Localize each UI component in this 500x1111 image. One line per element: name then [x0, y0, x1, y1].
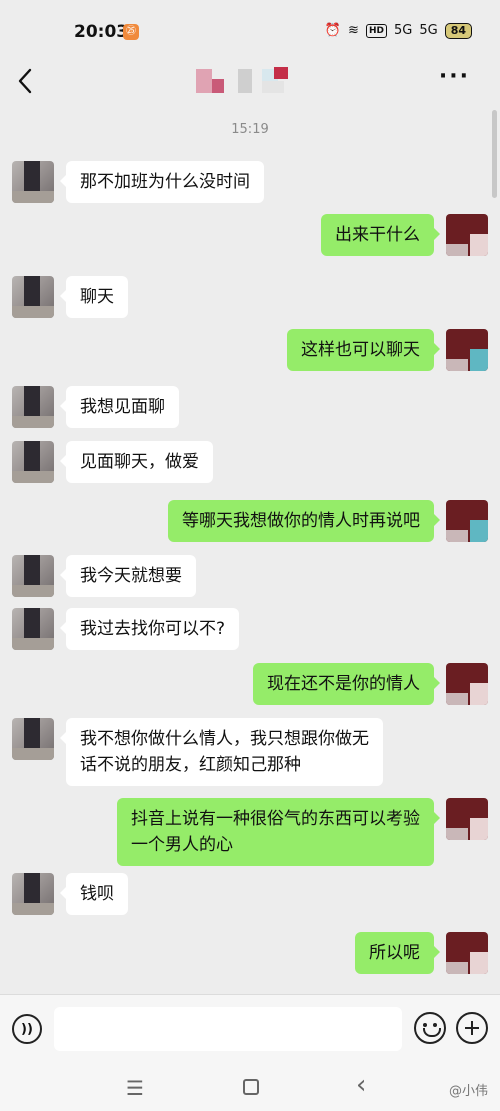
- message-bubble[interactable]: 现在还不是你的情人: [253, 663, 440, 705]
- signal-2-icon: 5G: [419, 23, 438, 38]
- wifi-icon: ≋: [348, 23, 359, 38]
- chat-messages[interactable]: 15:19 那不加班为什么没时间 出来干什么 聊天 这样也可以聊天 我想见面聊 …: [0, 106, 500, 994]
- contact-avatar[interactable]: [12, 441, 54, 483]
- user-avatar[interactable]: [446, 500, 488, 542]
- home-icon[interactable]: [243, 1079, 259, 1095]
- message-bubble[interactable]: 出来干什么: [321, 214, 440, 256]
- message-bubble[interactable]: 那不加班为什么没时间: [60, 161, 264, 203]
- user-avatar[interactable]: [446, 214, 488, 256]
- battery-icon: 84: [444, 23, 472, 39]
- contact-avatar[interactable]: [12, 161, 54, 203]
- contact-avatar[interactable]: [12, 555, 54, 597]
- message-bubble[interactable]: 我过去找你可以不?: [59, 608, 240, 650]
- user-avatar[interactable]: [446, 932, 488, 974]
- message-bubble[interactable]: 我不想你做什么情人，我只想跟你做无 话不说的朋友，红颜知己那种: [60, 718, 383, 786]
- message-bubble[interactable]: 钱呗: [60, 873, 128, 915]
- contact-avatar[interactable]: [12, 718, 54, 760]
- hd-icon: HD: [365, 24, 387, 38]
- alarm-icon: ⏰: [324, 23, 342, 38]
- message-input[interactable]: [54, 1007, 402, 1051]
- status-bar: 20:03 ㉕ ⏰ ≋ HD 5G 5G 84: [0, 0, 500, 62]
- contact-avatar[interactable]: [12, 386, 54, 428]
- more-options-icon[interactable]: ···: [439, 64, 470, 89]
- message-bubble[interactable]: 我今天就想要: [60, 555, 196, 597]
- message-bubble[interactable]: 等哪天我想做你的情人时再说吧: [168, 500, 440, 542]
- contact-avatar[interactable]: [12, 276, 54, 318]
- emoji-icon[interactable]: [414, 1012, 446, 1044]
- message-bubble[interactable]: 见面聊天，做爱: [60, 441, 213, 483]
- watermark: @小伟: [448, 1084, 488, 1099]
- contact-avatar[interactable]: [12, 608, 54, 650]
- contact-name-blurred[interactable]: [196, 65, 296, 95]
- message-bubble[interactable]: 聊天: [60, 276, 128, 318]
- user-avatar[interactable]: [446, 329, 488, 371]
- app-notification-icon: ㉕: [123, 24, 139, 40]
- message-bubble[interactable]: 抖音上说有一种很俗气的东西可以考验 一个男人的心: [117, 798, 440, 866]
- message-timestamp: 15:19: [231, 122, 269, 137]
- input-bar: )): [0, 994, 500, 1066]
- chevron-left-icon[interactable]: [14, 66, 36, 96]
- system-nav-bar: ☰ ‹ @小伟: [0, 1066, 500, 1111]
- menu-icon[interactable]: ☰: [126, 1076, 144, 1100]
- voice-icon: )): [21, 1021, 33, 1037]
- user-avatar[interactable]: [446, 798, 488, 840]
- status-icons: ⏰ ≋ HD 5G 5G 84: [325, 22, 472, 40]
- message-bubble[interactable]: 我想见面聊: [60, 386, 179, 428]
- user-avatar[interactable]: [446, 663, 488, 705]
- contact-avatar[interactable]: [12, 873, 54, 915]
- message-bubble[interactable]: 这样也可以聊天: [287, 329, 440, 371]
- back-nav-icon[interactable]: ‹: [356, 1070, 366, 1100]
- status-time: 20:03: [74, 22, 129, 42]
- message-bubble[interactable]: 所以呢: [355, 932, 440, 974]
- signal-1-icon: 5G: [393, 23, 413, 38]
- voice-input-button[interactable]: )): [12, 1014, 42, 1044]
- chat-header: ···: [0, 62, 500, 106]
- add-icon[interactable]: [456, 1012, 488, 1044]
